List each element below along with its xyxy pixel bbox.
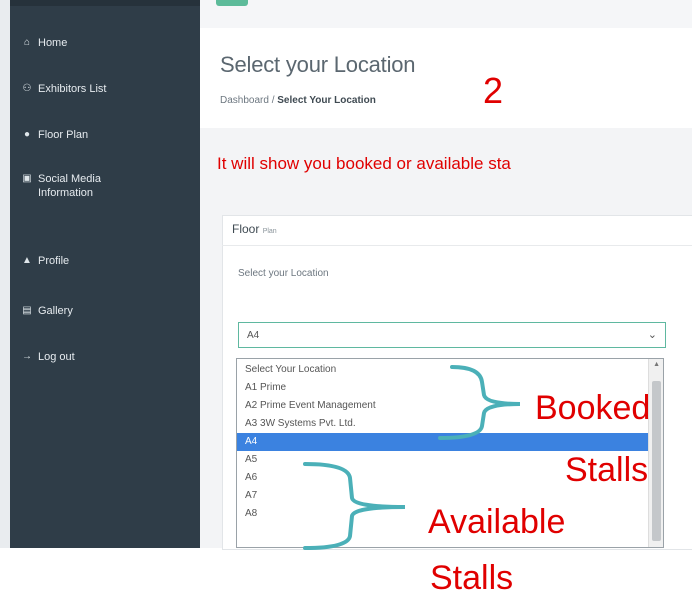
- booked-annotation-line2: Stalls: [565, 451, 649, 489]
- available-annotation-line1: Available: [428, 503, 566, 541]
- available-annotation-line2: Stalls: [430, 559, 514, 597]
- annotation-brackets: [303, 365, 521, 550]
- booked-annotation-line1: Booked: [535, 389, 651, 427]
- available-bracket: [303, 462, 406, 550]
- booked-bracket: [438, 365, 521, 440]
